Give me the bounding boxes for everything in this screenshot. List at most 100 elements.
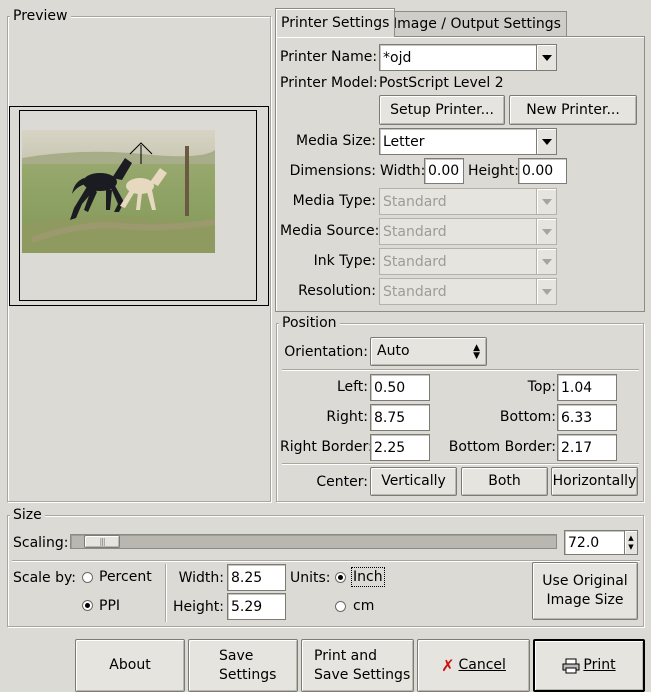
chevron-down-icon xyxy=(541,258,552,265)
about-button[interactable]: About xyxy=(75,639,185,692)
top-label: Top: xyxy=(527,379,556,395)
setup-printer-button[interactable]: Setup Printer... xyxy=(379,95,505,125)
preview-image xyxy=(22,130,215,253)
use-original-line2: Image Size xyxy=(546,592,624,608)
inch-label[interactable]: Inch xyxy=(351,567,385,587)
ink-type-dropdown[interactable] xyxy=(536,248,557,275)
dimensions-height-field[interactable]: 0.00 xyxy=(518,158,567,184)
size-height-label: Height: xyxy=(173,599,224,615)
resolution-field[interactable]: Standard xyxy=(379,278,537,305)
orientation-label: Orientation: xyxy=(284,344,368,360)
chevron-down-icon xyxy=(541,138,552,145)
center-vertically-button[interactable]: Vertically xyxy=(370,467,457,496)
print-and-save-button[interactable]: Print and Save Settings xyxy=(301,639,414,692)
size-title: Size xyxy=(10,507,45,523)
dimensions-height-label: Height: xyxy=(468,163,519,179)
resolution-dropdown[interactable] xyxy=(536,278,557,305)
scale-by-label: Scale by: xyxy=(13,570,76,586)
media-type-field[interactable]: Standard xyxy=(379,188,537,215)
orientation-select[interactable]: Auto ▲ ▼ xyxy=(370,337,487,366)
use-original-size-button[interactable]: Use Original Image Size xyxy=(532,562,638,620)
chevron-down-icon xyxy=(541,288,552,295)
size-width-label: Width: xyxy=(178,570,224,586)
cancel-label: Cancel xyxy=(458,657,506,673)
ppi-radio[interactable] xyxy=(82,600,93,611)
scaling-label: Scaling: xyxy=(13,535,69,551)
media-size-dropdown[interactable] xyxy=(536,128,557,155)
printer-model-value: PostScript Level 2 xyxy=(379,75,504,91)
cm-radio[interactable] xyxy=(335,601,346,612)
orientation-value: Auto xyxy=(377,343,410,359)
size-width-field[interactable]: 8.25 xyxy=(227,564,286,591)
dimensions-width-label: Width: xyxy=(380,163,426,179)
right-border-field[interactable]: 2.25 xyxy=(370,434,430,461)
media-type-label: Media Type: xyxy=(292,193,376,209)
center-label: Center: xyxy=(316,474,368,490)
bottom-border-field[interactable]: 2.17 xyxy=(557,434,617,461)
percent-radio[interactable] xyxy=(82,572,93,583)
top-field[interactable]: 1.04 xyxy=(557,374,617,401)
printer-icon xyxy=(562,658,580,673)
ink-type-field[interactable]: Standard xyxy=(379,248,537,275)
size-vertical-separator xyxy=(165,564,167,622)
inch-radio[interactable] xyxy=(335,572,346,583)
cancel-icon: ✗ xyxy=(441,656,455,675)
scaling-slider-thumb[interactable]: ||| xyxy=(84,535,120,548)
position-separator-2 xyxy=(282,463,639,465)
tab-printer-settings-label: Printer Settings xyxy=(281,15,390,31)
right-label: Right: xyxy=(326,409,368,425)
media-size-label: Media Size: xyxy=(296,133,376,149)
print-and-save-line2: Save Settings xyxy=(314,666,411,683)
chevron-down-icon xyxy=(541,198,552,205)
ppi-label[interactable]: PPI xyxy=(99,597,120,615)
resolution-label: Resolution: xyxy=(298,283,376,299)
dimensions-width-field[interactable]: 0.00 xyxy=(424,158,464,184)
bottom-border-label: Bottom Border: xyxy=(448,439,556,455)
position-separator-1 xyxy=(282,369,639,371)
media-source-field[interactable]: Standard xyxy=(379,218,537,245)
right-border-label: Right Border: xyxy=(280,439,373,455)
save-settings-line1: Save xyxy=(219,647,254,664)
save-settings-button[interactable]: Save Settings xyxy=(188,639,298,692)
new-printer-button[interactable]: New Printer... xyxy=(509,95,637,125)
scaling-slider[interactable]: ||| xyxy=(70,534,557,549)
left-label: Left: xyxy=(336,379,368,395)
printer-name-dropdown[interactable] xyxy=(536,44,557,71)
tab-image-output-settings[interactable]: Image / Output Settings xyxy=(387,11,567,36)
left-field[interactable]: 0.50 xyxy=(370,374,430,401)
scaling-spin-buttons[interactable]: ▲ ▼ xyxy=(624,530,638,555)
media-source-dropdown[interactable] xyxy=(536,218,557,245)
bottom-label: Bottom: xyxy=(499,409,556,425)
right-field[interactable]: 8.75 xyxy=(370,404,430,431)
center-both-button[interactable]: Both xyxy=(461,467,548,496)
printer-name-field[interactable]: *ojd xyxy=(379,44,537,71)
chevron-down-icon xyxy=(541,228,552,235)
updown-arrows-icon: ▲ ▼ xyxy=(473,342,480,361)
preview-title: Preview xyxy=(10,8,71,24)
save-settings-line2: Settings xyxy=(219,666,277,683)
spin-down-icon[interactable]: ▼ xyxy=(628,543,633,552)
print-button[interactable]: Print xyxy=(533,639,645,692)
ink-type-label: Ink Type: xyxy=(313,253,376,269)
media-size-field[interactable]: Letter xyxy=(379,128,537,155)
cancel-button[interactable]: ✗ Cancel xyxy=(417,639,530,692)
size-height-field[interactable]: 5.29 xyxy=(227,593,286,620)
media-source-label: Media Source: xyxy=(280,223,380,239)
grip-icon: ||| xyxy=(99,537,105,546)
tab-image-output-settings-label: Image / Output Settings xyxy=(393,16,561,32)
spin-up-icon[interactable]: ▲ xyxy=(628,534,633,543)
media-type-dropdown[interactable] xyxy=(536,188,557,215)
print-label: Print xyxy=(583,657,616,673)
cm-label[interactable]: cm xyxy=(353,597,374,615)
scaling-spin-field[interactable]: 72.0 xyxy=(564,530,625,555)
percent-label[interactable]: Percent xyxy=(99,568,152,586)
bottom-field[interactable]: 6.33 xyxy=(557,404,617,431)
printer-name-label: Printer Name: xyxy=(280,49,378,65)
center-horizontally-button[interactable]: Horizontally xyxy=(551,467,638,496)
tab-printer-settings[interactable]: Printer Settings xyxy=(275,8,396,37)
dimensions-label: Dimensions: xyxy=(289,163,376,179)
chevron-down-icon xyxy=(541,54,552,61)
print-and-save-line1: Print and xyxy=(314,647,377,664)
printer-model-label: Printer Model: xyxy=(280,75,378,91)
units-label: Units: xyxy=(290,570,331,586)
